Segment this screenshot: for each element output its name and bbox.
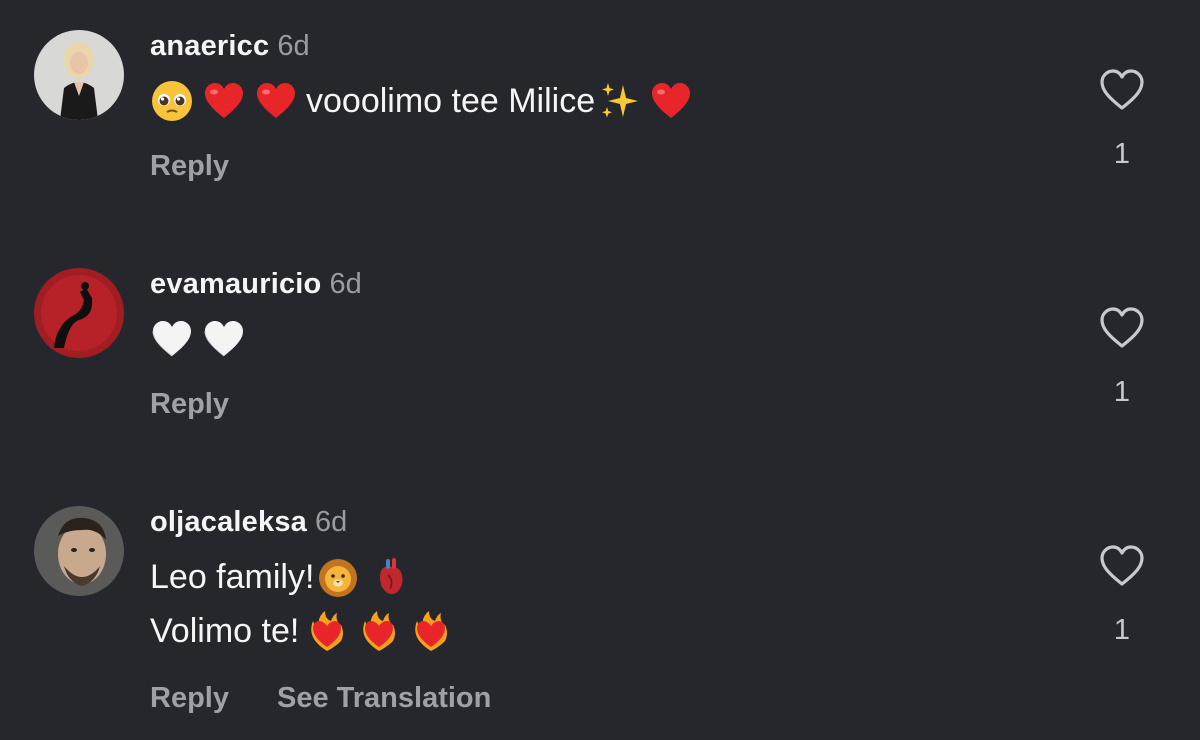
heart-on-fire-icon <box>305 609 349 653</box>
lion-face-icon <box>316 555 360 599</box>
comment-text-body: Leo family! <box>150 558 315 596</box>
username[interactable]: evamauricio <box>150 268 321 300</box>
sparkles-icon <box>597 79 641 123</box>
comment-item-anaericc: anaericc 6d vooolimo tee Milice Reply 1 <box>0 0 1200 200</box>
comment-header: anaericc 6d <box>150 26 310 66</box>
comment-actions: Reply <box>150 384 277 424</box>
like-count: 1 <box>1113 138 1131 170</box>
red-heart-icon <box>649 79 693 123</box>
heart-outline-icon[interactable] <box>1098 544 1146 588</box>
like-count: 1 <box>1113 376 1131 408</box>
comment-text: vooolimo tee Milice <box>150 76 701 126</box>
comment-actions: Reply See Translation <box>150 678 539 718</box>
heart-on-fire-icon <box>409 609 453 653</box>
see-translation-button[interactable]: See Translation <box>277 682 491 714</box>
anatomical-heart-icon <box>368 555 412 599</box>
comment-text <box>150 314 254 364</box>
heart-outline-icon[interactable] <box>1098 68 1146 112</box>
timestamp: 6d <box>277 30 310 62</box>
comment-text-line-2: Volimo te! <box>150 606 461 656</box>
avatar-evamauricio[interactable] <box>34 268 124 358</box>
reply-button[interactable]: Reply <box>150 388 229 420</box>
username[interactable]: anaericc <box>150 30 269 62</box>
timestamp: 6d <box>315 506 348 538</box>
comment-text-body: Volimo te! <box>150 612 300 650</box>
red-heart-icon <box>254 79 298 123</box>
heart-outline-icon[interactable] <box>1098 306 1146 350</box>
white-heart-icon <box>150 317 194 361</box>
comment-item-evamauricio: evamauricio 6d Reply 1 <box>0 238 1200 438</box>
comment-actions: Reply <box>150 146 277 186</box>
comment-header: evamauricio 6d <box>150 264 362 304</box>
heart-on-fire-icon <box>357 609 401 653</box>
comment-item-oljacaleksa: oljacaleksa 6d Leo family! Volimo te! Rep… <box>0 476 1200 714</box>
timestamp: 6d <box>329 268 362 300</box>
comment-text-line-1: Leo family! <box>150 552 420 602</box>
like-count: 1 <box>1113 614 1131 646</box>
reply-button[interactable]: Reply <box>150 150 229 182</box>
red-heart-icon <box>202 79 246 123</box>
reply-button[interactable]: Reply <box>150 682 229 714</box>
avatar-oljacaleksa[interactable] <box>34 506 124 596</box>
comment-text-body: vooolimo tee Milice <box>306 82 596 120</box>
username[interactable]: oljacaleksa <box>150 506 307 538</box>
white-heart-icon <box>202 317 246 361</box>
avatar-anaericc[interactable] <box>34 30 124 120</box>
pleading-face-icon <box>150 79 194 123</box>
comment-header: oljacaleksa 6d <box>150 502 347 542</box>
